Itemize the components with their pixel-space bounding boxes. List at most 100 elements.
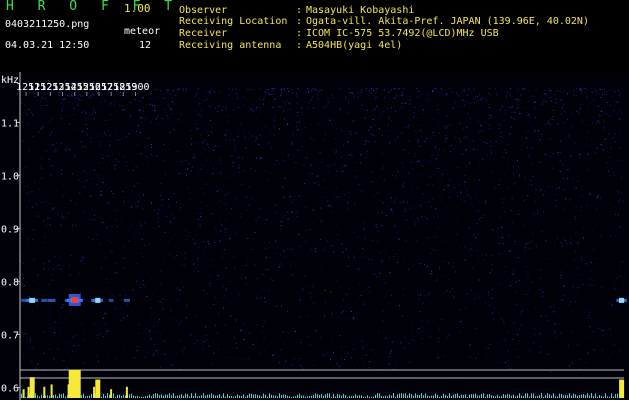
noise-pixel	[332, 96, 334, 98]
noise-pixel	[345, 98, 347, 100]
noise-pixel	[162, 199, 163, 201]
trace-bar	[605, 393, 606, 398]
noise-pixel	[80, 324, 82, 326]
noise-pixel	[285, 360, 287, 362]
noise-pixel	[537, 210, 539, 212]
noise-pixel	[274, 116, 276, 118]
noise-pixel	[535, 89, 537, 91]
noise-pixel	[310, 164, 312, 166]
noise-pixel	[234, 266, 235, 268]
noise-pixel	[146, 296, 148, 297]
noise-pixel	[491, 263, 493, 265]
noise-pixel	[296, 121, 298, 123]
noise-pixel	[374, 92, 376, 94]
noise-pixel	[376, 105, 378, 107]
noise-pixel	[600, 97, 602, 98]
noise-pixel	[205, 246, 207, 248]
noise-pixel	[320, 239, 322, 240]
noise-pixel	[309, 292, 311, 294]
noise-pixel	[389, 256, 391, 258]
noise-pixel	[203, 252, 205, 254]
noise-pixel	[186, 363, 188, 365]
noise-pixel	[171, 364, 173, 366]
noise-pixel	[432, 90, 433, 92]
trace-bar	[147, 395, 148, 398]
noise-pixel	[97, 175, 99, 177]
noise-pixel	[231, 155, 233, 157]
noise-pixel	[400, 342, 402, 344]
noise-pixel	[71, 130, 73, 132]
noise-pixel	[128, 240, 130, 242]
noise-pixel	[471, 248, 473, 249]
noise-pixel	[279, 263, 281, 265]
noise-pixel	[249, 186, 250, 188]
noise-pixel	[351, 92, 353, 94]
noise-pixel	[582, 197, 584, 199]
noise-pixel	[164, 160, 166, 162]
noise-pixel	[349, 92, 351, 94]
noise-pixel	[87, 128, 88, 130]
noise-pixel	[479, 124, 481, 125]
noise-pixel	[438, 167, 439, 169]
noise-pixel	[237, 97, 239, 99]
noise-pixel	[131, 190, 133, 192]
noise-pixel	[93, 117, 95, 119]
noise-pixel	[485, 347, 487, 349]
noise-pixel	[214, 297, 216, 299]
noise-pixel	[567, 344, 569, 346]
noise-pixel	[431, 154, 433, 156]
noise-pixel	[550, 306, 552, 308]
noise-pixel	[375, 224, 377, 226]
noise-pixel	[274, 98, 276, 100]
noise-pixel	[354, 131, 355, 133]
noise-pixel	[26, 137, 28, 139]
noise-pixel	[438, 266, 440, 268]
noise-pixel	[227, 121, 229, 123]
noise-pixel	[534, 130, 536, 132]
noise-pixel	[600, 144, 602, 146]
noise-pixel	[477, 210, 479, 212]
noise-pixel	[105, 257, 107, 259]
noise-pixel	[469, 139, 471, 141]
trace-bar	[247, 395, 248, 398]
noise-pixel	[596, 90, 598, 92]
noise-pixel	[289, 264, 291, 266]
trace-bar	[613, 396, 614, 398]
noise-pixel	[180, 113, 182, 115]
trace-spike	[27, 386, 30, 398]
noise-pixel	[384, 97, 385, 99]
noise-pixel	[567, 178, 569, 180]
noise-pixel	[130, 224, 132, 226]
noise-pixel	[427, 95, 428, 97]
noise-pixel	[202, 193, 204, 195]
noise-pixel	[551, 118, 553, 120]
noise-pixel	[69, 341, 70, 343]
noise-pixel	[241, 184, 243, 185]
noise-pixel	[101, 266, 103, 268]
noise-pixel	[204, 100, 206, 101]
noise-pixel	[512, 171, 514, 173]
noise-pixel	[428, 93, 429, 95]
trace-bar	[263, 393, 264, 398]
trace-bar	[35, 393, 36, 398]
noise-pixel	[287, 332, 289, 334]
noise-pixel	[461, 111, 463, 113]
noise-pixel	[578, 151, 580, 153]
noise-pixel	[195, 94, 197, 96]
noise-pixel	[241, 202, 243, 204]
noise-pixel	[222, 238, 224, 240]
trace-bar	[477, 395, 478, 398]
noise-pixel	[136, 350, 138, 352]
noise-pixel	[48, 217, 50, 219]
noise-pixel	[206, 292, 208, 294]
noise-pixel	[586, 125, 588, 127]
noise-pixel	[570, 242, 572, 244]
noise-pixel	[23, 332, 25, 334]
noise-pixel	[365, 354, 367, 356]
noise-pixel	[518, 174, 520, 176]
noise-pixel	[262, 176, 264, 178]
noise-pixel	[351, 121, 353, 123]
noise-pixel	[69, 123, 71, 125]
noise-pixel	[88, 96, 90, 98]
noise-pixel	[615, 214, 616, 215]
